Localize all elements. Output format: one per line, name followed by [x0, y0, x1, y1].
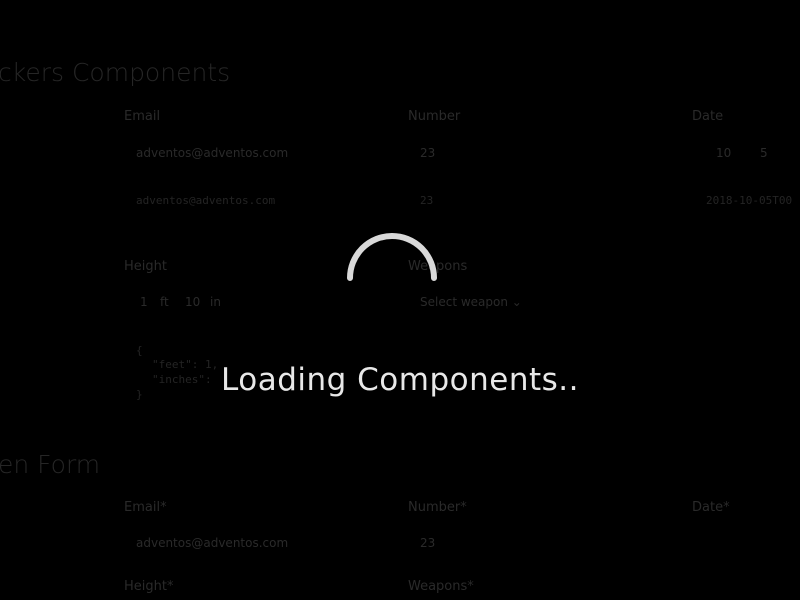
email-label: Email: [124, 109, 161, 124]
height-feet-unit: ft: [160, 295, 169, 309]
height-required-label: Height*: [124, 579, 174, 594]
loading-message: Loading Components..: [221, 362, 579, 398]
email-input[interactable]: adventos@adventos.com: [136, 146, 288, 160]
number-required-label: Number*: [408, 500, 467, 515]
weapons-required-label: Weapons*: [408, 579, 474, 594]
date-required-label: Date*: [692, 500, 730, 515]
section-title-pickers: ckers Components: [0, 58, 231, 87]
height-inches-unit: in: [210, 295, 221, 309]
number-required-input[interactable]: 23: [420, 536, 435, 550]
chevron-down-icon: ⌄: [511, 295, 522, 309]
json-open-brace: {: [136, 344, 143, 357]
height-feet-input[interactable]: 1: [140, 295, 148, 309]
height-inches-input[interactable]: 10: [185, 295, 200, 309]
app-stage: ckers Components Email Number Date adven…: [0, 0, 800, 600]
number-output: 23: [420, 194, 434, 207]
email-required-input[interactable]: adventos@adventos.com: [136, 536, 288, 550]
email-required-label: Email*: [124, 500, 167, 515]
date-day-input[interactable]: 10: [716, 146, 731, 160]
number-label: Number: [408, 109, 461, 124]
loading-spinner-icon: [347, 233, 437, 281]
height-label: Height: [124, 259, 167, 274]
date-label: Date: [692, 109, 724, 124]
date-output: 2018-10-05T00: [706, 194, 793, 207]
section-title-form: en Form: [0, 450, 101, 479]
date-month-input[interactable]: 5: [760, 146, 768, 160]
number-input[interactable]: 23: [420, 146, 435, 160]
email-output: adventos@adventos.com: [136, 194, 276, 207]
